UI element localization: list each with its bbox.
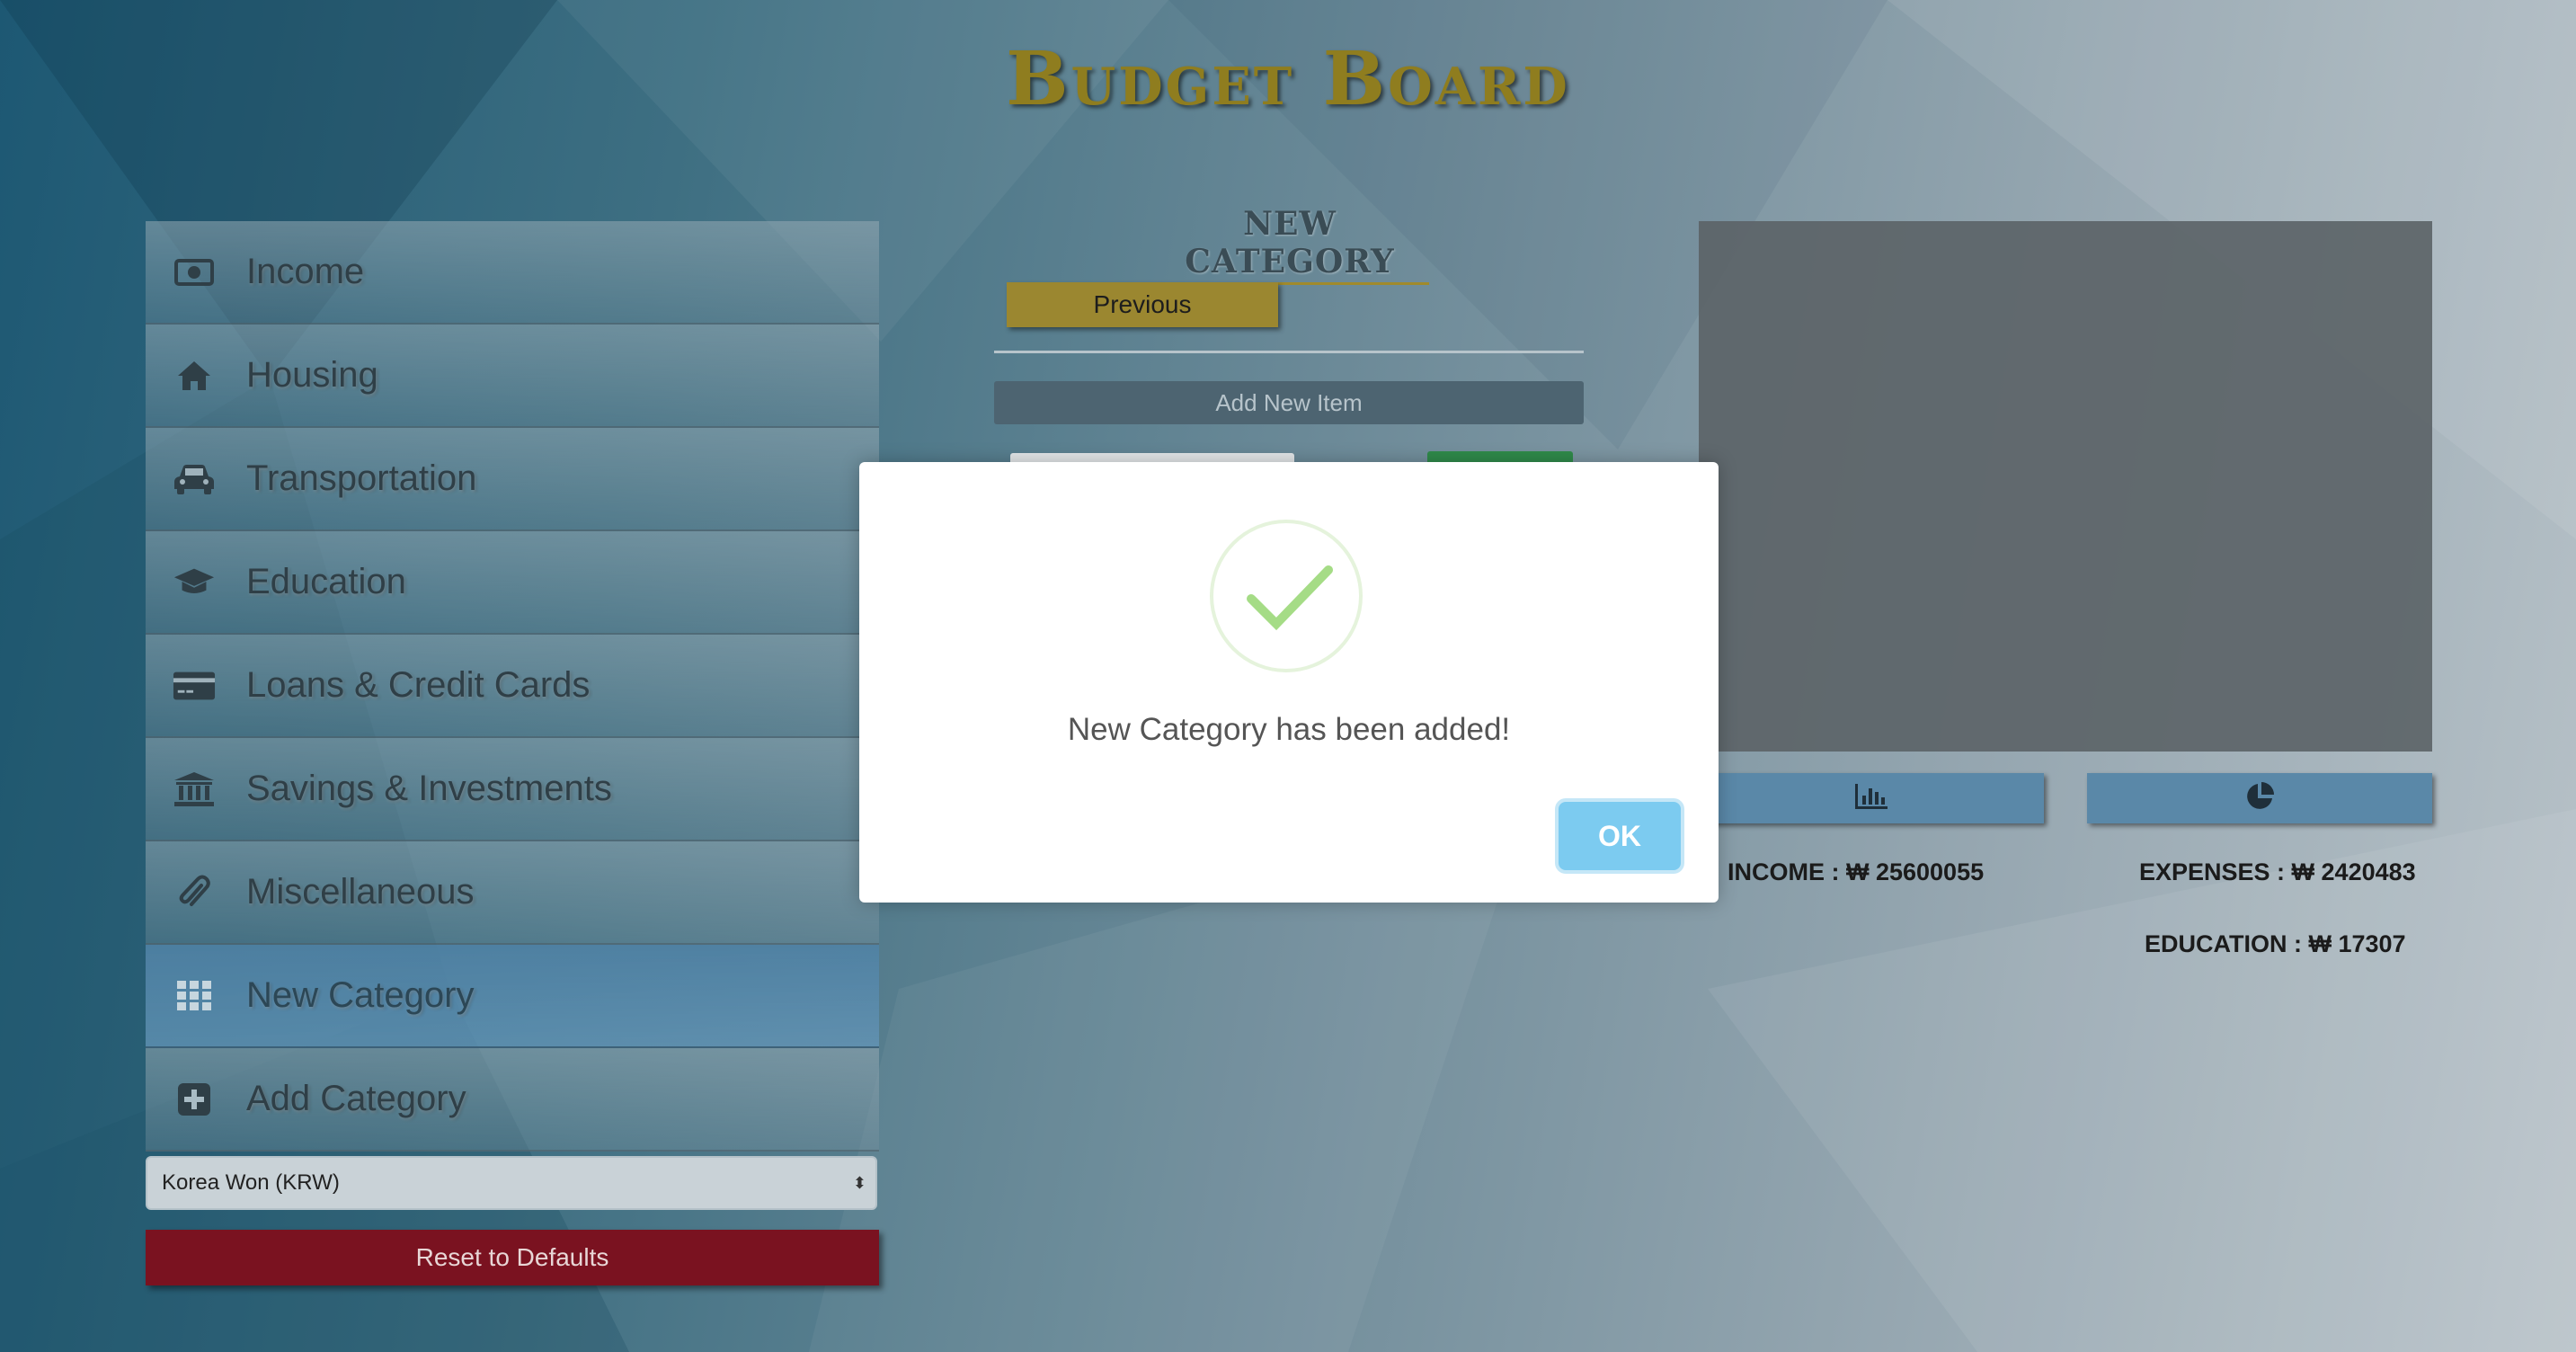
success-dialog: New Category has been added! OK <box>859 462 1719 903</box>
success-check-icon <box>1210 520 1363 672</box>
dialog-message: New Category has been added! <box>1067 712 1511 747</box>
ok-button[interactable]: OK <box>1559 802 1681 870</box>
